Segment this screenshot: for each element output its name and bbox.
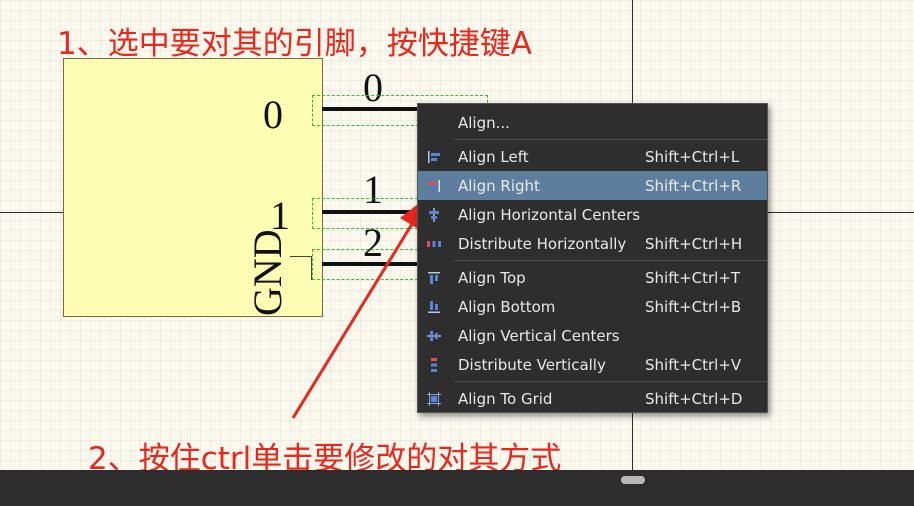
- menu-item-shortcut: Shift+Ctrl+T: [645, 268, 741, 287]
- menu-item-align-bottom[interactable]: Align Bottom Shift+Ctrl+B: [418, 292, 767, 321]
- menu-item-label: Align Right: [458, 176, 540, 195]
- menu-item-label: Align Left: [458, 147, 529, 166]
- menu-item-shortcut: Shift+Ctrl+D: [645, 389, 743, 408]
- pin-1-name-label: 1: [270, 193, 290, 238]
- align-context-menu: Align... Align Left Shift+Ctrl+L Align R…: [417, 103, 768, 413]
- menu-item-align-left[interactable]: Align Left Shift+Ctrl+L: [418, 142, 767, 171]
- align-right-icon: [428, 180, 440, 192]
- menu-item-shortcut: Shift+Ctrl+R: [645, 176, 742, 195]
- menu-item-align-vertical-centers[interactable]: Align Vertical Centers: [418, 321, 767, 350]
- gnd-connector-line: [290, 256, 312, 280]
- menu-item-distribute-vertically[interactable]: Distribute Vertically Shift+Ctrl+V: [418, 350, 767, 379]
- menu-item-align-right[interactable]: Align Right Shift+Ctrl+R: [418, 171, 767, 200]
- menu-item-label: Align...: [458, 113, 510, 132]
- menu-separator: [454, 381, 767, 382]
- scrollbar-handle[interactable]: [621, 476, 645, 484]
- annotation-step-1: 1、选中要对其的引脚，按快捷键A: [57, 26, 532, 62]
- align-to-grid-icon: [427, 392, 441, 406]
- menu-item-align-top[interactable]: Align Top Shift+Ctrl+T: [418, 263, 767, 292]
- component-pin-label-0: 0: [263, 92, 283, 137]
- menu-item-label: Align Vertical Centers: [458, 326, 620, 345]
- menu-item-label: Align Horizontal Centers: [458, 205, 641, 224]
- distribute-horizontally-icon: [427, 241, 441, 247]
- menu-item-label: Align To Grid: [458, 389, 553, 408]
- menu-separator: [454, 139, 767, 140]
- menu-item-shortcut: Shift+Ctrl+B: [645, 297, 742, 316]
- menu-item-shortcut: Shift+Ctrl+L: [645, 147, 740, 166]
- align-left-icon: [428, 151, 440, 163]
- menu-item-distribute-horizontally[interactable]: Distribute Horizontally Shift+Ctrl+H: [418, 229, 767, 258]
- align-top-icon: [428, 272, 440, 284]
- menu-item-label: Align Bottom: [458, 297, 556, 316]
- distribute-vertically-icon: [431, 358, 437, 372]
- menu-item-align-to-grid[interactable]: Align To Grid Shift+Ctrl+D: [418, 384, 767, 413]
- menu-item-label: Distribute Horizontally: [458, 234, 627, 253]
- menu-item-align-horizontal-centers[interactable]: Align Horizontal Centers: [418, 200, 767, 229]
- menu-item-shortcut: Shift+Ctrl+H: [645, 234, 743, 253]
- menu-item-align[interactable]: Align...: [418, 108, 767, 137]
- menu-item-label: Align Top: [458, 268, 526, 287]
- menu-item-label: Distribute Vertically: [458, 355, 606, 374]
- menu-item-shortcut: Shift+Ctrl+V: [645, 355, 742, 374]
- pin-2-selection-box: [312, 249, 418, 280]
- align-bottom-icon: [428, 301, 440, 313]
- gnd-label: GND: [245, 229, 290, 316]
- menu-separator: [454, 260, 767, 261]
- align-horizontal-centers-icon: [429, 208, 439, 222]
- bottom-status-bar: [0, 470, 914, 506]
- align-vertical-centers-icon: [427, 331, 441, 341]
